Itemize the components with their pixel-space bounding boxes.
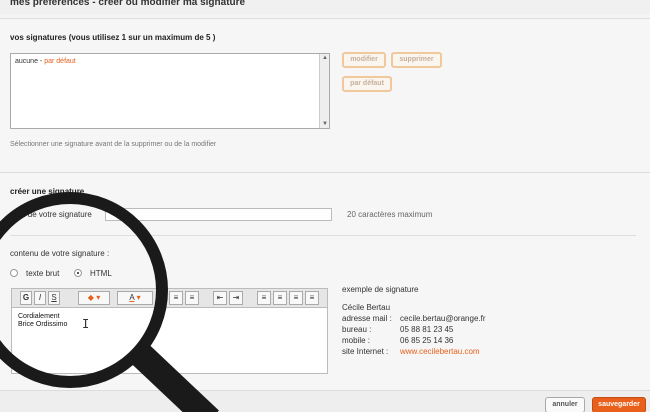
html-format-label: HTML [90,269,112,278]
page-title: mes préférences - créer ou modifier ma s… [10,0,246,8]
outdent-icon[interactable]: ⇤ [213,291,227,305]
list-item[interactable]: aucune - par défaut [15,58,76,65]
save-button[interactable]: sauvegarder [592,397,646,412]
numbered-list-icon[interactable]: ≡ [169,291,183,305]
scroll-up-icon[interactable]: ▲ [322,55,328,61]
align-center-icon[interactable]: ≡ [273,291,287,305]
paint-bucket-icon: ◆ [87,293,94,302]
supprimer-button[interactable]: supprimer [391,52,442,68]
example-value: 05 88 81 23 45 [400,325,454,334]
signature-name-input[interactable] [105,208,332,221]
highlight-color-button[interactable]: ◆ ▾ [78,291,110,305]
signature-name: aucune [15,58,38,65]
listbox-scrollbar[interactable]: ▲ ▼ [319,54,329,128]
example-title: exemple de signature [342,285,419,294]
hint-text: Sélectionner une signature avant de la s… [10,141,217,148]
dropdown-arrow-icon: ▾ [136,293,141,302]
example-label: adresse mail : [342,314,392,323]
html-format-radio[interactable] [74,269,82,277]
signatures-section-title: vos signatures (vous utilisez 1 sur un m… [10,33,216,42]
signature-editor[interactable]: Cordialement Brice Ordissimo [11,307,328,374]
cancel-button[interactable]: annuler [545,397,585,412]
example-value: 06 85 25 14 36 [400,336,454,345]
editor-toolbar: G I S ◆ ▾ A ▾ ≡ ≡ ⇤ ⇥ ≡ ≡ ≡ ≡ [11,288,328,307]
example-link[interactable]: www.cecilebertau.com [400,347,480,356]
scroll-down-icon[interactable]: ▼ [322,121,328,127]
example-name: Cécile Bertau [342,303,391,312]
text-color-button[interactable]: A ▾ [117,291,153,305]
italic-button[interactable]: I [34,291,46,305]
editor-line: Cordialement [18,313,60,320]
example-value: cecile.bertau@orange.fr [400,314,486,323]
bold-button[interactable]: G [20,291,32,305]
title-bar: mes préférences - créer ou modifier ma s… [0,0,650,14]
create-section: créer une signature nom de votre signatu… [0,172,650,390]
text-format-radio[interactable] [10,269,18,277]
signatures-listbox[interactable]: aucune - par défaut ▲ ▼ [10,53,330,129]
max-chars-text: 20 caractères maximum [347,210,433,219]
underline-button[interactable]: S [48,291,60,305]
content-label: contenu de votre signature : [10,249,110,258]
example-label: site Internet : [342,347,389,356]
editor-line: Brice Ordissimo [18,321,68,328]
modifier-button[interactable]: modifier [342,52,386,68]
footer-bar: annuler sauvegarder [0,390,650,412]
align-right-icon[interactable]: ≡ [289,291,303,305]
name-label: nom de votre signature [10,210,92,219]
create-section-title: créer une signature [10,187,85,196]
par-defaut-button[interactable]: par défaut [342,76,392,92]
signatures-section: vos signatures (vous utilisez 1 sur un m… [0,18,650,170]
bullet-list-icon[interactable]: ≡ [185,291,199,305]
text-format-label: texte brut [26,269,60,278]
text-cursor-icon: I [82,317,90,331]
separator: - [39,58,43,65]
example-label: mobile : [342,336,371,345]
example-label: bureau : [342,325,372,334]
align-left-icon[interactable]: ≡ [257,291,271,305]
default-tag: par défaut [44,58,76,65]
align-justify-icon[interactable]: ≡ [305,291,319,305]
indent-icon[interactable]: ⇥ [229,291,243,305]
divider [10,235,636,236]
text-color-letter: A [129,293,135,302]
dropdown-arrow-icon: ▾ [96,293,101,302]
